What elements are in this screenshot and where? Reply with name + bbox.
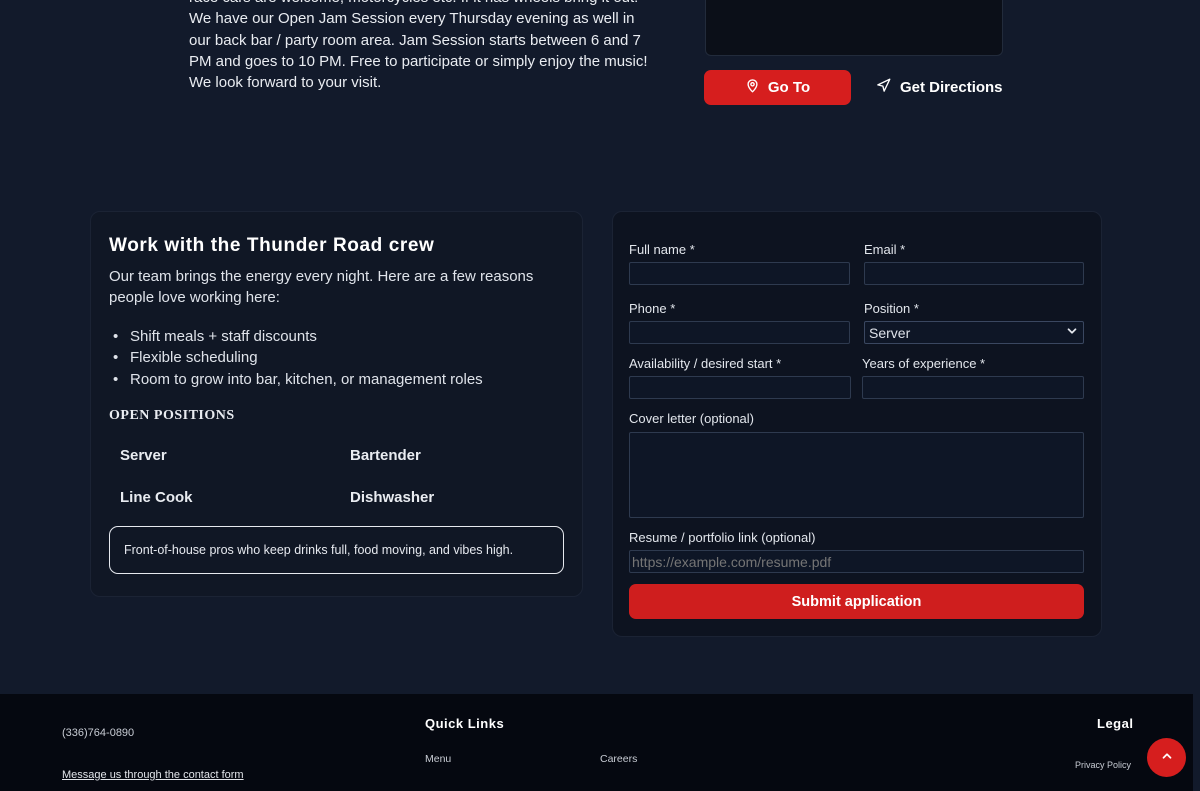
legal-title: Legal [1097,716,1134,731]
get-directions-label: Get Directions [900,79,1003,96]
experience-input[interactable] [862,376,1084,399]
full-name-label: Full name * [629,242,695,257]
location-intro-text: race cars are welcome, motorcycles etc. … [189,0,648,92]
contact-form-link[interactable]: Message us through the contact form [62,769,244,781]
chevron-down-icon [1065,324,1079,341]
position-description-text: Front-of-house pros who keep drinks full… [124,543,514,557]
email-input[interactable] [864,262,1084,285]
quick-links-title: Quick Links [425,716,505,731]
scroll-to-top-button[interactable] [1147,738,1186,777]
position-dishwasher[interactable]: Dishwasher [350,489,434,506]
perks-list: Shift meals + staff discounts Flexible s… [109,326,483,390]
map-pin-icon [745,78,760,97]
perk-item: Flexible scheduling [109,347,483,368]
go-to-button[interactable]: Go To [704,70,851,105]
position-description: Front-of-house pros who keep drinks full… [109,526,564,574]
get-directions-button[interactable]: Get Directions [866,70,1006,105]
footer-link-menu[interactable]: Menu [425,753,451,765]
phone-input[interactable] [629,321,850,344]
open-positions-title: OPEN POSITIONS [109,408,235,423]
submit-application-button[interactable]: Submit application [629,584,1084,619]
availability-input[interactable] [629,376,851,399]
footer-link-privacy-policy[interactable]: Privacy Policy [1075,760,1131,770]
chevron-up-icon [1160,749,1174,766]
navigation-arrow-icon [876,78,891,97]
position-line-cook[interactable]: Line Cook [120,489,193,506]
footer-phone[interactable]: (336)764-0890 [62,727,134,739]
cover-letter-textarea[interactable] [629,432,1084,518]
email-label: Email * [864,242,906,257]
perk-item: Shift meals + staff discounts [109,326,483,347]
footer-link-careers[interactable]: Careers [600,753,637,765]
position-label: Position * [864,301,919,316]
resume-label: Resume / portfolio link (optional) [629,530,816,545]
availability-label: Availability / desired start * [629,356,782,371]
position-select[interactable]: Server [864,321,1084,344]
careers-description: Our team brings the energy every night. … [109,268,534,307]
perk-item: Room to grow into bar, kitchen, or manag… [109,369,483,390]
position-select-value: Server [869,324,911,341]
position-bartender[interactable]: Bartender [350,447,421,464]
experience-label: Years of experience * [862,356,986,371]
careers-title: Work with the Thunder Road crew [109,235,435,256]
full-name-input[interactable] [629,262,850,285]
go-to-label: Go To [767,79,811,96]
map-embed[interactable] [705,0,1003,56]
submit-label: Submit application [791,593,922,610]
phone-label: Phone * [629,301,676,316]
resume-link-input[interactable] [629,550,1084,573]
position-server[interactable]: Server [120,447,167,464]
cover-letter-label: Cover letter (optional) [629,411,754,426]
